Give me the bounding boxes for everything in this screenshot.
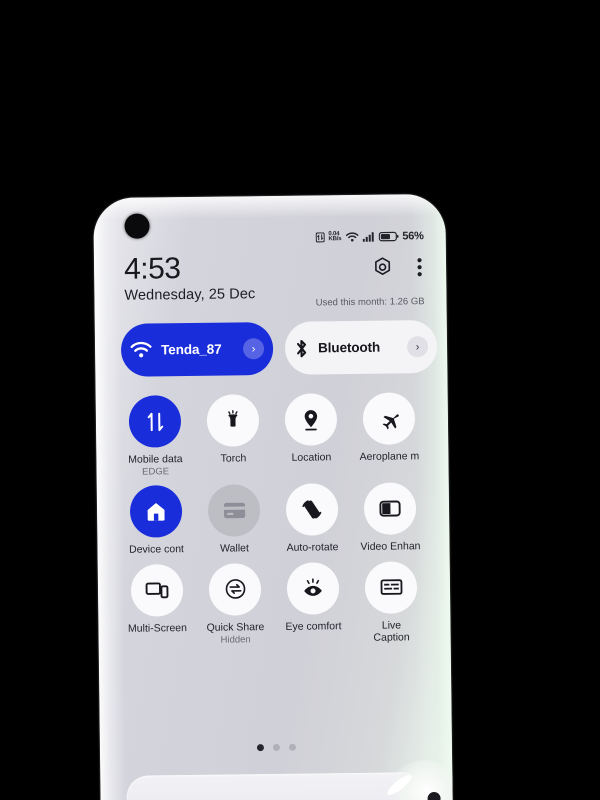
panel-header: 4:53 Wednesday, 25 Dec Used this month: …	[124, 250, 425, 308]
tile-torch[interactable]: Torch	[194, 394, 273, 477]
battery-percentage: 56%	[402, 230, 424, 243]
tile-label: Mobile data	[128, 453, 183, 466]
location-pin-icon[interactable]	[284, 393, 338, 446]
eye-icon[interactable]	[286, 561, 340, 615]
tile-multi-screen[interactable]: Multi-Screen	[118, 563, 197, 648]
tile-wallet[interactable]: Wallet	[195, 484, 274, 555]
tile-label: Video Enhan	[360, 540, 421, 554]
toggle-row: Device cont Wallet Auto-rotate Video Enh…	[117, 482, 430, 556]
tile-live-caption[interactable]: Live Caption	[352, 560, 431, 645]
tile-location[interactable]: Location	[272, 393, 351, 476]
connectivity-pills: Tenda_87 › Bluetooth ›	[120, 319, 438, 377]
screen-reflection-dot	[427, 791, 441, 800]
quick-toggle-grid: Mobile data EDGE Torch Location Aeroplan…	[116, 392, 431, 655]
tile-aeroplane-mode[interactable]: Aeroplane m	[350, 392, 429, 475]
tile-device-control[interactable]: Device cont	[117, 485, 196, 556]
tile-sublabel: Hidden	[220, 634, 251, 646]
tile-quick-share[interactable]: Quick Share Hidden	[196, 562, 275, 647]
tile-sublabel: EDGE	[142, 466, 170, 478]
status-bar: 0.04 KB/s 56%	[315, 230, 424, 243]
wifi-pill-chevron-icon[interactable]: ›	[242, 338, 265, 360]
toggle-row: Mobile data EDGE Torch Location Aeroplan…	[116, 392, 429, 478]
toggle-row: Multi-Screen Quick Share Hidden Eye comf…	[118, 560, 431, 648]
battery-icon	[378, 231, 399, 242]
video-enhance-icon[interactable]	[363, 482, 417, 536]
page-indicator[interactable]	[100, 742, 452, 753]
tile-video-enhancer[interactable]: Video Enhan	[351, 482, 430, 553]
tile-label: Device cont	[129, 543, 185, 557]
page-dot-2[interactable]	[272, 743, 280, 752]
tile-label: Eye comfort	[285, 619, 342, 633]
gear-icon[interactable]	[372, 257, 393, 278]
data-arrows-icon[interactable]	[128, 395, 182, 448]
signal-bars-icon	[362, 232, 374, 242]
tile-label: Multi-Screen	[127, 621, 188, 635]
bluetooth-pill[interactable]: Bluetooth ›	[284, 319, 438, 375]
header-actions	[372, 256, 422, 278]
tile-auto-rotate[interactable]: Auto-rotate	[273, 483, 352, 554]
tile-label: Wallet	[220, 542, 249, 556]
data-usage-text: Used this month: 1.26 GB	[315, 296, 425, 309]
home-icon[interactable]	[129, 485, 183, 539]
airplane-icon[interactable]	[362, 392, 416, 445]
wifi-icon	[345, 232, 359, 242]
data-transfer-icon	[315, 232, 325, 243]
page-dot-3[interactable]	[288, 743, 296, 751]
tile-eye-comfort[interactable]: Eye comfort	[274, 561, 353, 646]
quick-share-icon[interactable]	[208, 562, 262, 616]
phone-device: 0.04 KB/s 56% 4:53 Wednesday, 25 Dec Use…	[93, 193, 453, 800]
bluetooth-icon	[294, 338, 309, 358]
wifi-pill[interactable]: Tenda_87 ›	[120, 321, 274, 377]
tile-label: Torch	[220, 452, 247, 465]
flashlight-icon[interactable]	[206, 394, 260, 447]
bluetooth-pill-label: Bluetooth	[317, 339, 381, 356]
tile-label: Auto-rotate	[286, 541, 339, 555]
brightness-slider[interactable]	[126, 772, 427, 800]
quick-settings-panel: 0.04 KB/s 56% 4:53 Wednesday, 25 Dec Use…	[93, 194, 453, 800]
bluetooth-pill-chevron-icon[interactable]: ›	[406, 336, 429, 358]
tile-label: Live Caption	[373, 619, 410, 644]
tile-mobile-data[interactable]: Mobile data EDGE	[116, 395, 195, 478]
rotate-device-icon[interactable]	[285, 483, 339, 537]
wifi-pill-label: Tenda_87	[160, 341, 222, 358]
network-speed-indicator: 0.04 KB/s	[328, 231, 342, 243]
tile-label: Quick Share	[206, 620, 265, 634]
tile-label: Aeroplane m	[359, 450, 420, 463]
multi-screen-icon[interactable]	[130, 563, 184, 617]
tile-label: Location	[291, 451, 332, 464]
wifi-icon	[130, 341, 152, 358]
caption-icon[interactable]	[364, 560, 418, 614]
page-dot-1[interactable]	[256, 744, 264, 752]
screenshot-root: 0.04 KB/s 56% 4:53 Wednesday, 25 Dec Use…	[0, 0, 600, 800]
more-vertical-icon[interactable]	[417, 257, 422, 277]
credit-card-icon[interactable]	[207, 484, 261, 538]
